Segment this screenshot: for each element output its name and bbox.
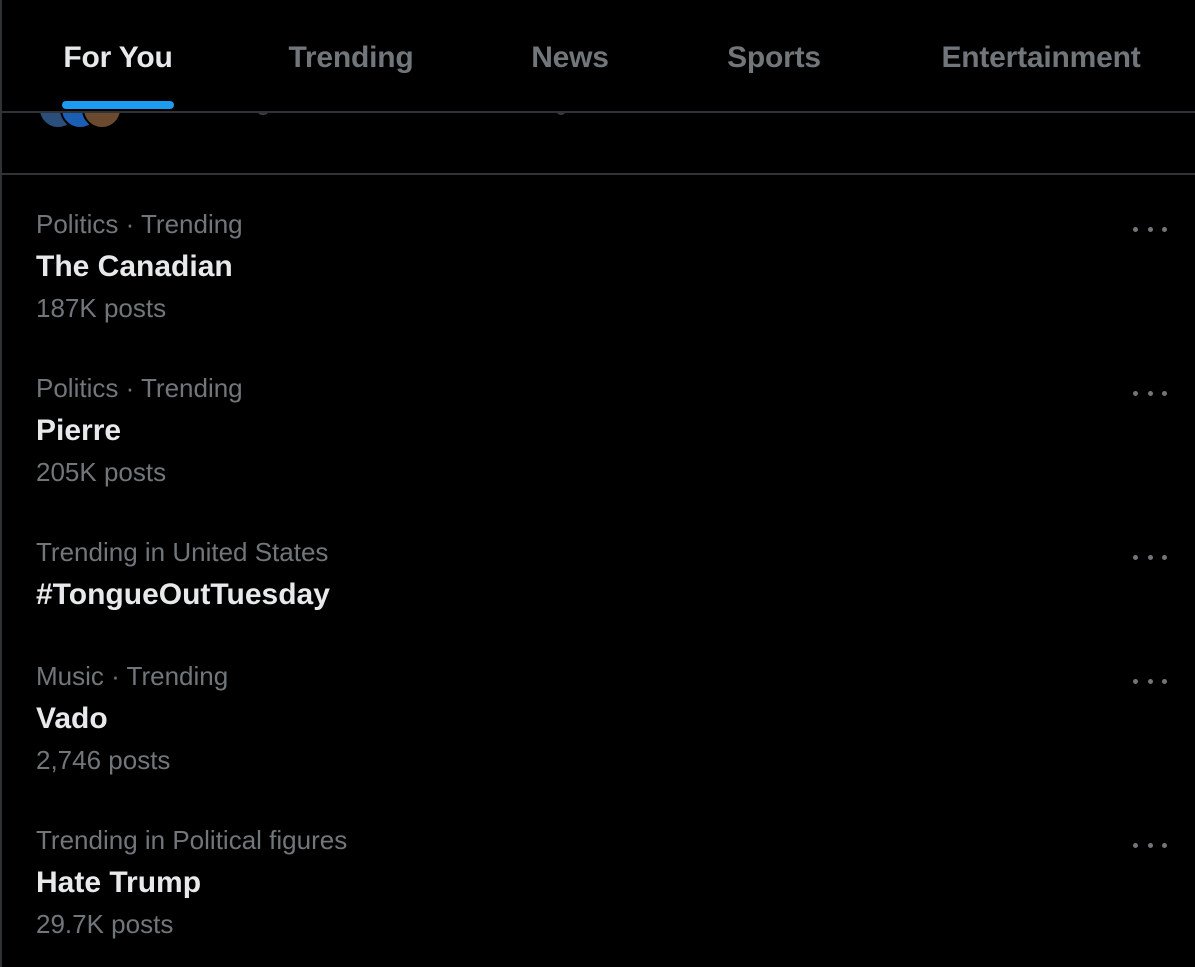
more-horizontal-icon [1133, 842, 1138, 848]
more-dot [1162, 390, 1167, 396]
more-options-button[interactable] [1133, 671, 1167, 691]
more-dot [1162, 554, 1167, 560]
trend-meta: Trending in United States [36, 537, 329, 567]
trend-meta: Trending in Political figures [36, 825, 348, 855]
tab-entertainment[interactable]: Entertainment [934, 0, 1148, 111]
trend-item[interactable]: Trending in Political figures Hate Trump… [2, 793, 1195, 953]
trend-item[interactable]: Trending in United States #TongueOutTues… [2, 505, 1195, 629]
more-horizontal-icon [1133, 678, 1138, 684]
trend-name: Pierre [36, 414, 122, 447]
tab-label: News [531, 40, 609, 74]
more-options-button[interactable] [1133, 219, 1167, 239]
previous-section-remnant [2, 111, 1195, 175]
tab-label: Sports [727, 40, 821, 74]
avatar-stack [38, 111, 138, 129]
trends-list: Politics · Trending The Canadian 187K po… [2, 177, 1195, 953]
tab-sports[interactable]: Sports [722, 0, 826, 111]
more-dot [1147, 842, 1153, 848]
trend-meta: Music · Trending [36, 661, 229, 691]
trend-item[interactable]: Politics · Trending Pierre 205K posts [2, 341, 1195, 505]
trend-meta: Politics · Trending [36, 209, 243, 239]
trend-name: Hate Trump [36, 866, 202, 899]
trend-name: #TongueOutTuesday [36, 578, 330, 611]
more-dot [1147, 554, 1153, 560]
trend-item[interactable]: Politics · Trending The Canadian 187K po… [2, 177, 1195, 341]
trend-meta: Politics · Trending [36, 373, 243, 403]
more-dot [1147, 390, 1153, 396]
more-options-button[interactable] [1133, 547, 1167, 567]
trend-name: The Canadian [36, 250, 233, 283]
more-dot [1162, 678, 1167, 684]
trend-post-count: 29.7K posts [36, 909, 174, 939]
more-dot [1162, 842, 1167, 848]
more-horizontal-icon [1133, 226, 1138, 232]
more-dot [1147, 226, 1153, 232]
tab-label: Entertainment [941, 40, 1141, 74]
tab-label: Trending [288, 40, 414, 74]
trend-name: Vado [36, 702, 108, 735]
more-horizontal-icon [1133, 554, 1138, 560]
more-dot [1147, 678, 1153, 684]
more-options-button[interactable] [1133, 835, 1167, 855]
trend-post-count: 205K posts [36, 457, 167, 487]
tab-label: For You [63, 40, 173, 74]
tab-trending[interactable]: Trending [284, 0, 418, 111]
more-dot [1162, 226, 1167, 232]
more-horizontal-icon [1133, 390, 1138, 396]
trend-post-count: 2,746 posts [36, 745, 171, 775]
active-tab-indicator [62, 101, 174, 109]
tab-news[interactable]: News [526, 0, 614, 111]
trend-post-count: 187K posts [36, 293, 167, 323]
trend-item[interactable]: Music · Trending Vado 2,746 posts [2, 629, 1195, 793]
tab-for-you[interactable]: For You [60, 0, 176, 111]
explore-tab-bar: For You Trending News Sports Entertainme… [2, 0, 1195, 113]
more-options-button[interactable] [1133, 383, 1167, 403]
